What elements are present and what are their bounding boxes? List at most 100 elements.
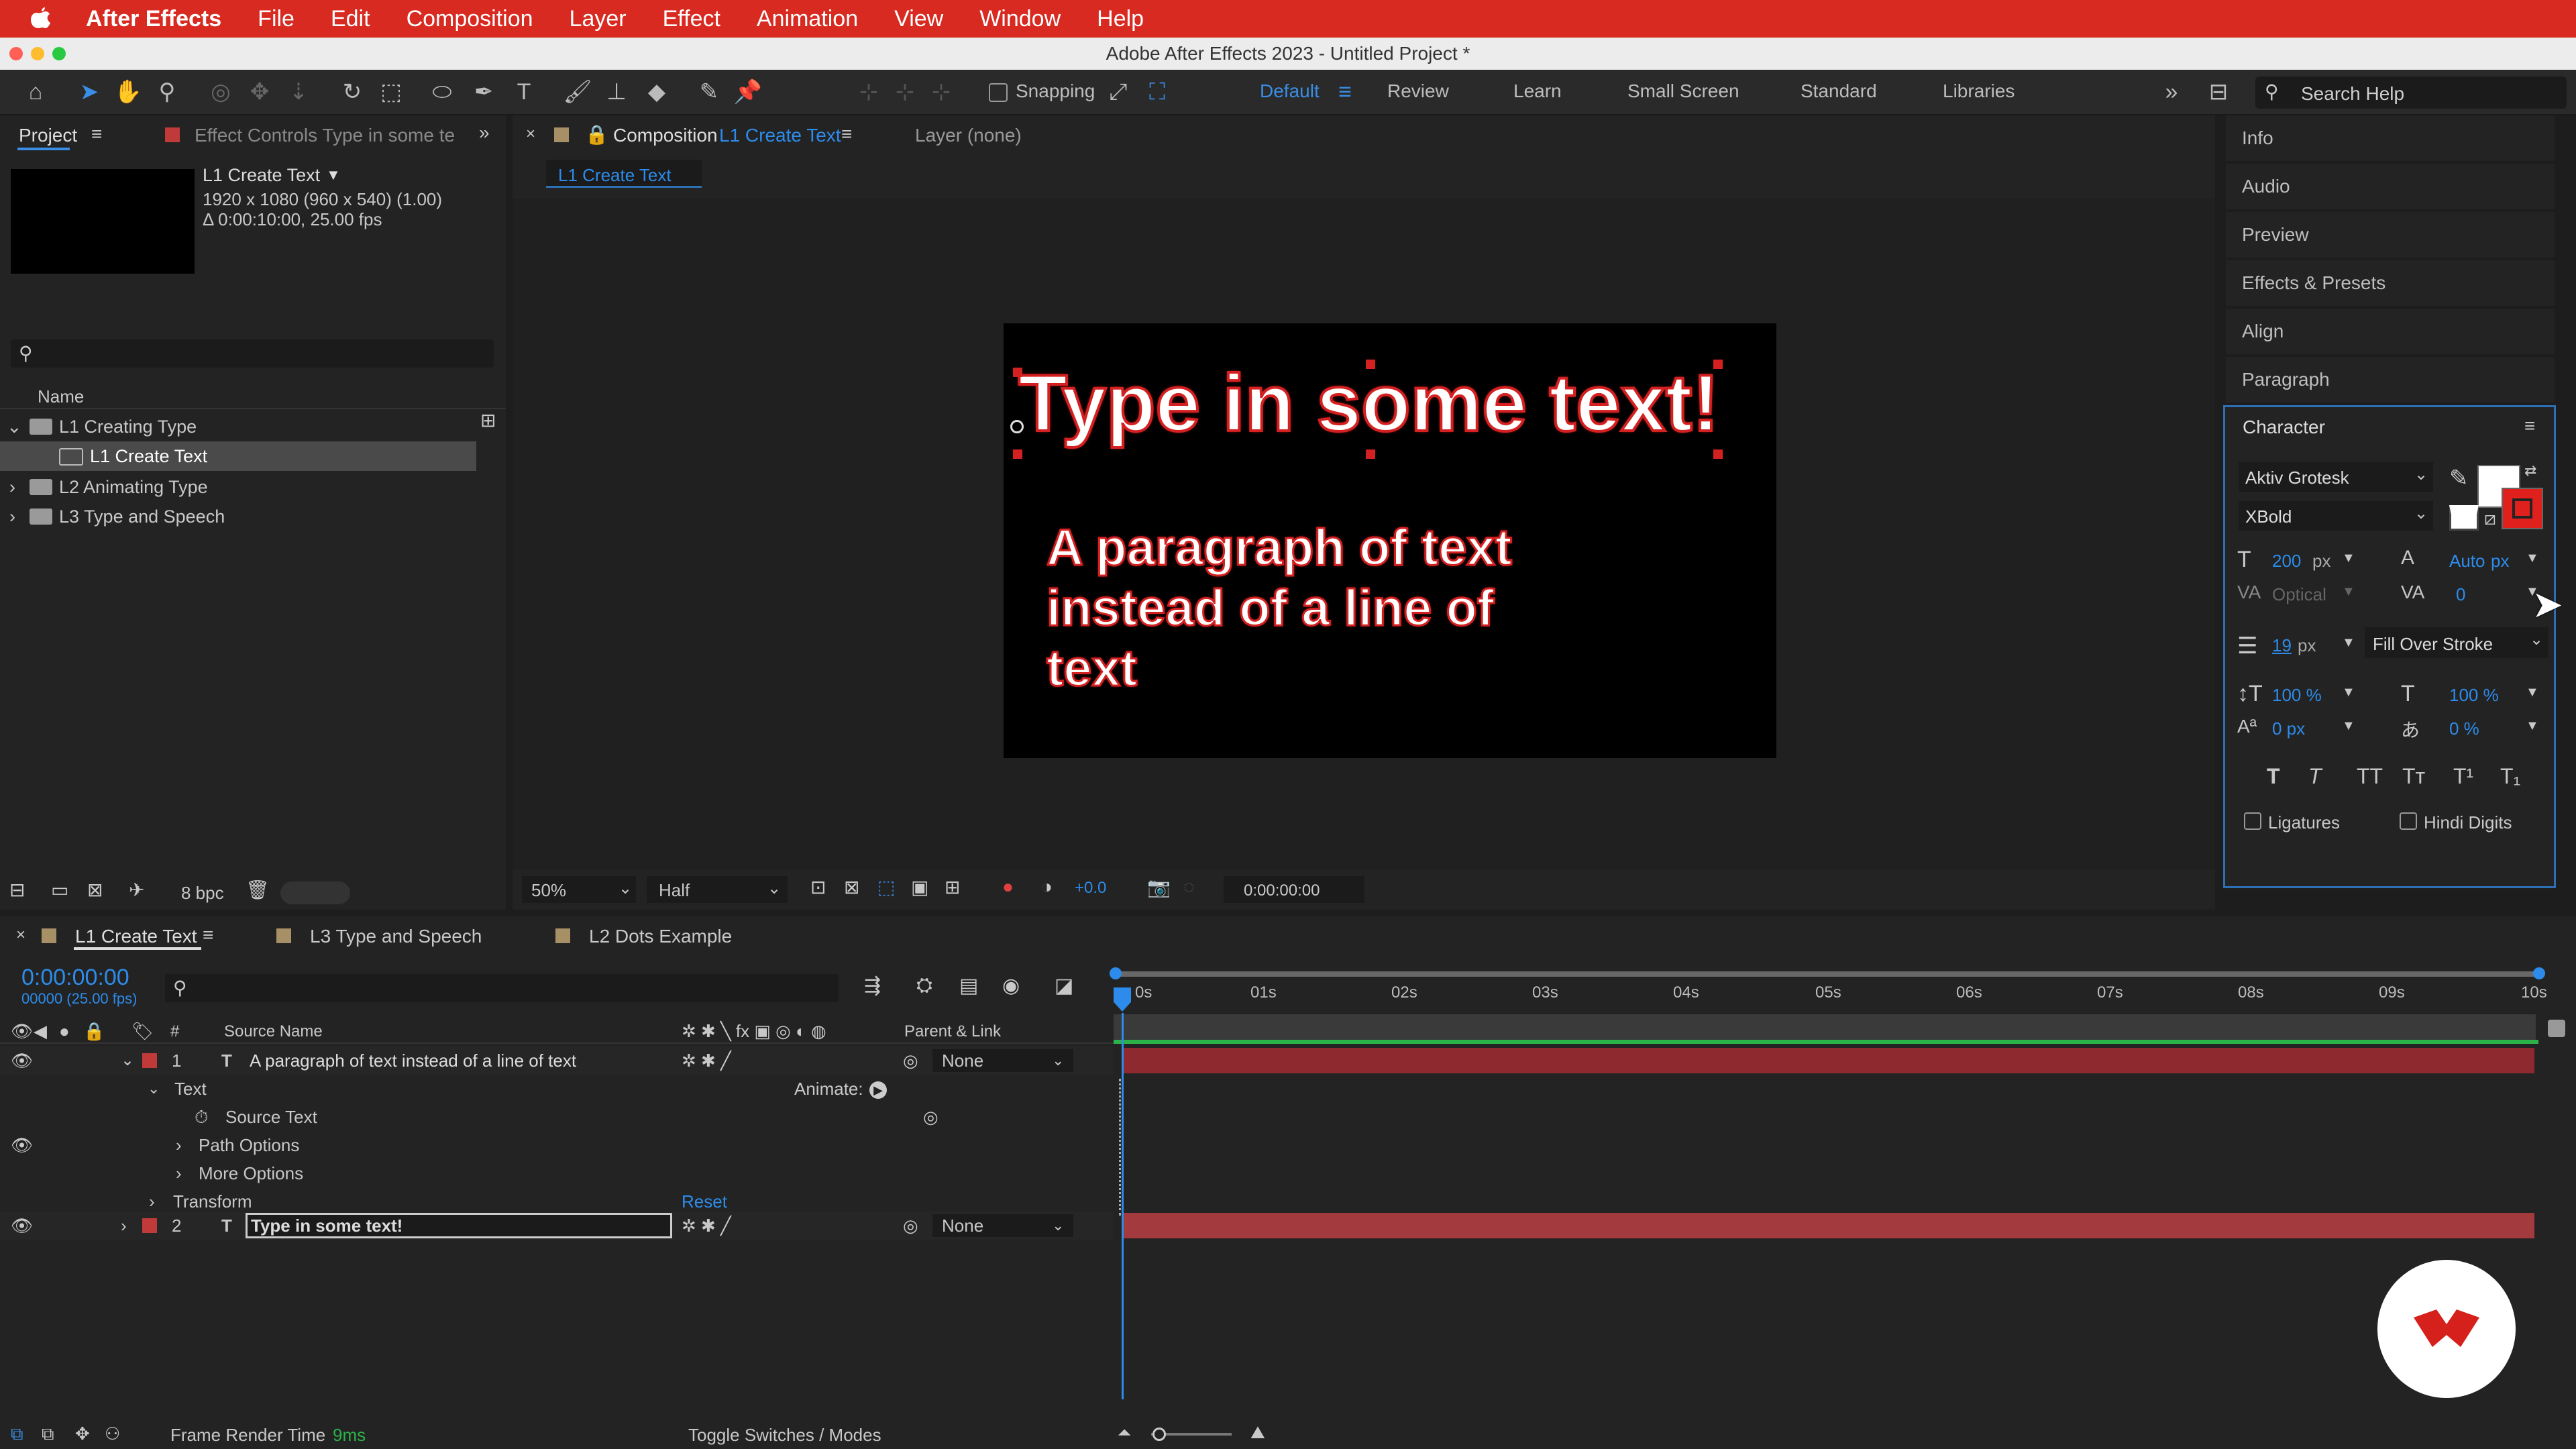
small-caps-icon[interactable]: Tт	[2402, 764, 2425, 789]
horizontal-scale-value[interactable]: 100 %	[2449, 685, 2499, 706]
project-item-l1-create-text[interactable]: L1 Create Text	[0, 441, 476, 471]
trash-icon[interactable]: 🗑	[246, 879, 270, 901]
composition-tab-name[interactable]: L1 Create Text	[719, 125, 841, 146]
snapping-checkbox[interactable]	[989, 83, 1008, 102]
selected-comp-name[interactable]: L1 Create Text	[203, 165, 320, 186]
menu-effect[interactable]: Effect	[663, 6, 720, 32]
playhead-line[interactable]	[1122, 1013, 1124, 1399]
navigator-end-handle[interactable]	[2533, 967, 2545, 979]
tracking-value[interactable]: 0	[2456, 584, 2465, 605]
timeline-tab-l1-create-text[interactable]: L1 Create Text	[75, 926, 197, 947]
timeline-tab-l3-type-and-speech[interactable]: L3 Type and Speech	[310, 926, 482, 947]
kerning-value[interactable]: Optical	[2272, 584, 2326, 605]
effects-presets-panel-tab[interactable]: Effects & Presets	[2226, 260, 2555, 306]
bbox-handle[interactable]	[1366, 449, 1375, 459]
menu-help[interactable]: Help	[1097, 6, 1144, 32]
snapshot-icon[interactable]: 📷	[1147, 876, 1171, 898]
layer-switches-icons[interactable]: ✲ ✱ ╱	[682, 1212, 731, 1240]
bbox-handle[interactable]	[1713, 449, 1723, 459]
reset-exposure-icon[interactable]: ◑	[1041, 876, 1053, 898]
bbox-handle[interactable]	[1366, 360, 1375, 369]
comp-canvas[interactable]: Type in some text! A paragraph of text i…	[1004, 323, 1776, 758]
hand-tool-icon[interactable]: ✋	[113, 76, 144, 107]
eye-icon[interactable]: 👁	[11, 1131, 33, 1159]
pick-whip-icon[interactable]: ◎	[903, 1212, 918, 1240]
frame-blending-icon[interactable]: ◉	[1002, 974, 1020, 998]
axis-world-icon[interactable]: ⊹	[890, 76, 920, 107]
vertical-scale-value[interactable]: 100 %	[2272, 685, 2322, 706]
effect-controls-tab[interactable]: Effect Controls Type in some te	[195, 125, 455, 146]
expand-text-icon[interactable]: ⌄	[148, 1075, 160, 1103]
info-panel-tab[interactable]: Info	[2226, 115, 2555, 161]
navigator-start-handle[interactable]	[1110, 967, 1122, 979]
workspace-small-screen[interactable]: Small Screen	[1627, 80, 1739, 102]
workspace-review[interactable]: Review	[1387, 80, 1449, 102]
bbox-handle[interactable]	[1013, 368, 1022, 377]
source-text-property[interactable]: ⏱ Source Text ◎	[0, 1103, 1114, 1131]
collapse-arrow-icon[interactable]: ›	[176, 1131, 182, 1159]
menu-file[interactable]: File	[258, 6, 294, 32]
layer-panel-tab[interactable]: Layer (none)	[915, 125, 1022, 146]
fast-previews-icon[interactable]: ⊡	[810, 876, 826, 898]
project-item-l1-creating-type[interactable]: ⌄ L1 Creating Type	[0, 412, 506, 441]
stroke-mode-dropdown[interactable]: Fill Over Stroke ⌄	[2365, 627, 2548, 658]
stopwatch-icon[interactable]: ⏱	[195, 1103, 208, 1131]
paragraph-text-layer[interactable]: A paragraph of text instead of a line of…	[1046, 518, 1513, 699]
orbit-camera-icon[interactable]: ◎	[205, 76, 236, 107]
layer-2-duration-bar[interactable]	[1122, 1213, 2534, 1238]
lock-icon[interactable]: 🔒	[585, 123, 608, 146]
eye-icon[interactable]: 👁	[11, 1212, 33, 1240]
tsume-value[interactable]: 0 %	[2449, 718, 2479, 739]
share-icon[interactable]: ⊟	[2203, 76, 2234, 107]
exposure-value[interactable]: +0.0	[1075, 879, 1106, 898]
baseline-shift-value[interactable]: 0 px	[2272, 718, 2305, 739]
app-menu[interactable]: After Effects	[86, 6, 221, 32]
comp-name-dropdown-icon[interactable]: ▼	[326, 166, 341, 184]
layer-name[interactable]: A paragraph of text instead of a line of…	[250, 1046, 576, 1075]
eye-icon[interactable]: 👁	[11, 1046, 33, 1075]
audio-icon[interactable]: ◀	[34, 1021, 47, 1042]
layer-row-1[interactable]: 👁 ⌄ 1 T A paragraph of text instead of a…	[0, 1046, 1114, 1075]
title-text-layer[interactable]: Type in some text!	[1017, 357, 1721, 449]
adjust-project-icon[interactable]: ✈	[129, 879, 144, 901]
panel-overflow-icon[interactable]: »	[479, 122, 490, 144]
expression-pick-whip-icon[interactable]: ◎	[923, 1103, 938, 1131]
workspace-standard[interactable]: Standard	[1801, 80, 1877, 102]
font-size-value[interactable]: 200	[2272, 551, 2301, 572]
vertical-scale-dropdown-icon[interactable]: ▼	[2342, 685, 2355, 700]
expand-arrow-icon[interactable]: ⌄	[7, 412, 22, 441]
project-tab[interactable]: Project	[19, 125, 77, 146]
timeline-tab-l2-dots-example[interactable]: L2 Dots Example	[589, 926, 732, 947]
ligatures-checkbox[interactable]	[2244, 812, 2261, 830]
stroke-width-dropdown-icon[interactable]: ▼	[2342, 635, 2355, 651]
transfer-controls-toggle-icon[interactable]: ⧉	[42, 1424, 54, 1445]
time-navigator-bar[interactable]	[1114, 971, 2540, 977]
comp-mini-flowchart-icon[interactable]: ⇶	[864, 974, 881, 998]
faux-italic-icon[interactable]: T	[2308, 764, 2322, 789]
new-composition-icon[interactable]: ⊠	[87, 879, 103, 901]
eyedropper-icon[interactable]: ✎	[2449, 465, 2469, 492]
subscript-icon[interactable]: T₁	[2500, 764, 2520, 789]
interpret-footage-icon[interactable]: ⊟	[9, 879, 25, 901]
menu-edit[interactable]: Edit	[331, 6, 370, 32]
project-item-l3-type-and-speech[interactable]: › L3 Type and Speech	[0, 502, 506, 531]
resolution-dropdown[interactable]: Half ⌄	[647, 876, 788, 903]
minimize-window-button[interactable]	[31, 47, 44, 60]
expand-layer-icon[interactable]: ⌄	[121, 1046, 134, 1075]
timeline-search-input[interactable]: ⚲	[165, 974, 839, 1002]
solo-icon[interactable]: ●	[59, 1021, 70, 1042]
composition-tab-label[interactable]: Composition	[613, 125, 718, 146]
path-options-property[interactable]: 👁 › Path Options	[0, 1131, 1114, 1159]
composition-marker-bin-icon[interactable]	[2548, 1020, 2565, 1037]
layer-switches-icons[interactable]: ✲ ✱ ╱	[682, 1046, 731, 1075]
faux-bold-icon[interactable]: T	[2267, 764, 2280, 789]
stroke-width-value[interactable]: 19	[2272, 635, 2292, 656]
timeline-panel-menu-icon[interactable]: ≡	[203, 924, 213, 946]
menu-composition[interactable]: Composition	[407, 6, 533, 32]
zoom-in-icon[interactable]: ⛰	[1250, 1422, 1265, 1444]
layer-label-color[interactable]	[142, 1218, 157, 1233]
comp-breadcrumb[interactable]: L1 Create Text	[546, 160, 702, 188]
close-comp-tab-icon[interactable]: ×	[526, 125, 535, 144]
animate-label[interactable]: Animate:	[794, 1075, 863, 1103]
axis-view-icon[interactable]: ⊹	[926, 76, 957, 107]
